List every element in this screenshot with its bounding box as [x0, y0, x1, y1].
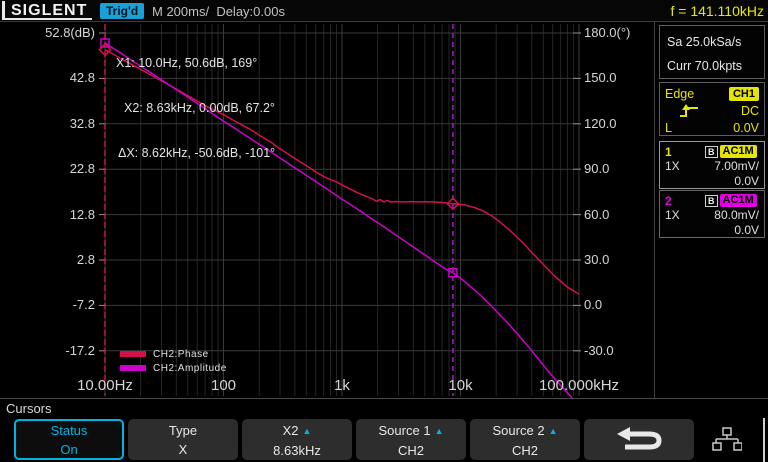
lan-network-icon[interactable]	[712, 427, 742, 453]
channel1-coupling-badge: AC1M	[720, 145, 757, 158]
trigger-level-label: L	[665, 121, 672, 135]
channel1-offset: 0.0V	[665, 174, 759, 189]
up-arrow-icon: ▲	[302, 426, 311, 436]
channel2-number: 2	[665, 194, 679, 208]
up-arrow-icon: ▲	[549, 426, 558, 436]
channel2-probe: 1X	[665, 208, 680, 223]
channel1-info-box[interactable]: 1 B AC1M 1X 7.00mV/ 0.0V	[659, 141, 765, 189]
cursor-dx-readout: ΔX: 8.62kHz, -50.6dB, -101°	[116, 146, 275, 161]
legend-label: CH2:Amplitude	[153, 363, 227, 374]
trigger-info-box[interactable]: Edge CH1 DC L 0.0V	[659, 82, 765, 136]
main-area: X1: 10.0Hz, 50.6dB, 169° X2: 8.63kHz, 0.…	[0, 22, 768, 398]
channel2-scale: 80.0mV/	[680, 208, 759, 223]
sample-rate: Sa 25.0kSa/s	[667, 30, 764, 54]
menu-button-type[interactable]: Type X	[128, 419, 238, 460]
sidebar: Sa 25.0kSa/s Curr 70.0kpts Edge CH1 DC L	[656, 22, 768, 398]
legend-item: CH2:Phase	[120, 347, 227, 361]
timebase-readout[interactable]: M 200ms/ Delay:0.00s	[152, 4, 285, 19]
siglent-logo: SIGLENT	[2, 1, 92, 20]
delay-value: Delay:0.00s	[216, 4, 285, 19]
menu-button-x2[interactable]: X2▲ 8.63kHz	[242, 419, 352, 460]
rising-edge-icon	[679, 104, 699, 118]
timebase-value: M 200ms/	[152, 4, 209, 19]
trigger-status-badge[interactable]: Trig'd	[100, 3, 144, 19]
menu-button-source2[interactable]: Source 2▲ CH2	[470, 419, 580, 460]
legend-swatch	[120, 351, 146, 357]
plot-legend: CH2:Phase CH2:Amplitude	[120, 347, 227, 375]
channel1-number: 1	[665, 145, 679, 159]
return-arrow-icon	[609, 425, 669, 455]
cursor-readout: X1: 10.0Hz, 50.6dB, 169° X2: 8.63kHz, 0.…	[116, 26, 275, 191]
menu-button-source1[interactable]: Source 1▲ CH2	[356, 419, 466, 460]
channel1-scale: 7.00mV/	[680, 159, 759, 174]
channel2-offset: 0.0V	[665, 223, 759, 238]
acquisition-info-box: Sa 25.0kSa/s Curr 70.0kpts	[659, 25, 765, 79]
softkey-menu-bar: Cursors Status On Type X X2▲ 8.63kHz Sou…	[0, 398, 768, 462]
top-status-bar: SIGLENT Trig'd M 200ms/ Delay:0.00s f = …	[0, 0, 768, 22]
trigger-coupling: DC	[741, 104, 759, 118]
channel2-bandwidth-badge: B	[705, 195, 718, 207]
cursor-x1-readout: X1: 10.0Hz, 50.6dB, 169°	[116, 56, 275, 71]
menu-button-status[interactable]: Status On	[14, 419, 124, 460]
memory-depth: Curr 70.0kpts	[667, 54, 764, 78]
oscilloscope-screen: SIGLENT Trig'd M 200ms/ Delay:0.00s f = …	[0, 0, 768, 462]
menu-button-back[interactable]	[584, 419, 694, 460]
up-arrow-icon: ▲	[435, 426, 444, 436]
bode-plot-area[interactable]: X1: 10.0Hz, 50.6dB, 169° X2: 8.63kHz, 0.…	[0, 22, 655, 398]
channel2-coupling-badge: AC1M	[720, 194, 757, 207]
trigger-type-label: Edge	[665, 87, 694, 101]
frequency-counter: f = 141.110kHz	[670, 3, 764, 19]
trigger-source-badge: CH1	[729, 87, 759, 101]
bode-plot-svg	[0, 22, 655, 398]
trigger-level-value: 0.0V	[733, 121, 759, 135]
screen-edge-marker	[763, 418, 765, 462]
cursor-x2-readout: X2: 8.63kHz, 0.00dB, 67.2°	[116, 101, 275, 116]
legend-swatch	[120, 365, 146, 371]
legend-item: CH2:Amplitude	[120, 361, 227, 375]
channel1-probe: 1X	[665, 159, 680, 174]
channel2-info-box[interactable]: 2 B AC1M 1X 80.0mV/ 0.0V	[659, 190, 765, 238]
menu-title: Cursors	[6, 401, 52, 416]
legend-label: CH2:Phase	[153, 349, 209, 360]
channel1-bandwidth-badge: B	[705, 146, 718, 158]
